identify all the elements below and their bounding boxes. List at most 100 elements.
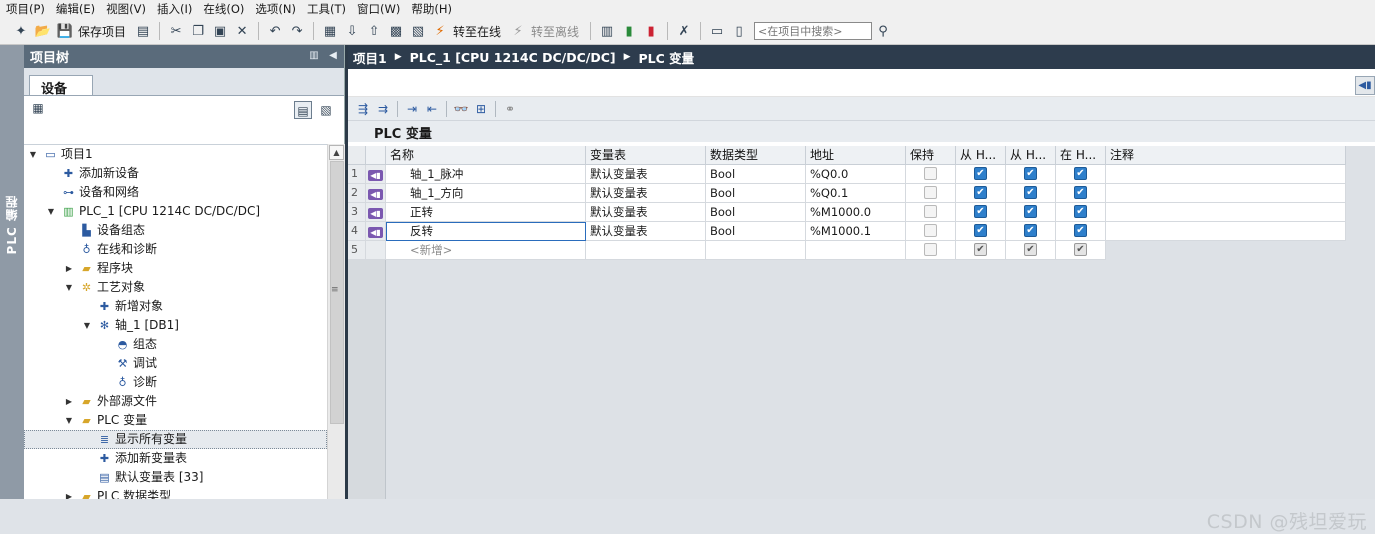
menu-tools[interactable]: 工具(T) bbox=[301, 0, 351, 18]
breadcrumb-project[interactable]: 项目1 bbox=[353, 48, 387, 67]
monitor-icon[interactable]: 👓 bbox=[451, 100, 471, 118]
checkbox-checked-icon[interactable]: ✔ bbox=[1024, 243, 1037, 256]
menu-window[interactable]: 窗口(W) bbox=[351, 0, 405, 18]
tag-table-cell[interactable]: 默认变量表 bbox=[586, 184, 706, 203]
table-row[interactable]: 3◀▮正转默认变量表Bool%M1000.0 ✔ ✔ ✔ ✔ bbox=[348, 203, 1346, 222]
retain-cell[interactable]: ✔ bbox=[906, 203, 956, 222]
header-tag-table[interactable]: 变量表 bbox=[586, 146, 706, 165]
address-cell[interactable]: %Q0.0 bbox=[806, 165, 906, 184]
export-icon[interactable]: ⇥ bbox=[402, 100, 422, 118]
checkbox-checked-icon[interactable]: ✔ bbox=[1074, 205, 1087, 218]
retain-cell[interactable]: ✔ bbox=[906, 165, 956, 184]
tree-item-axis-1[interactable]: ▼ ✻ 轴_1 [DB1] bbox=[24, 316, 327, 335]
expand-arrow-icon[interactable]: ▶ bbox=[64, 392, 74, 411]
tree-item-plc-data-types[interactable]: ▶ ▰ PLC 数据类型 bbox=[24, 487, 327, 499]
filter-icon[interactable]: ⚭ bbox=[500, 100, 520, 118]
table-row[interactable]: 4◀▮反转默认变量表Bool%M1000.1 ✔ ✔ ✔ ✔ bbox=[348, 222, 1346, 241]
comment-cell[interactable] bbox=[1106, 203, 1346, 222]
tree-item-axis-commissioning[interactable]: ⚒ 调试 bbox=[24, 354, 327, 373]
delete-icon[interactable]: ✕ bbox=[232, 21, 252, 41]
tag-name-cell[interactable]: 正转 bbox=[386, 203, 586, 222]
add-row-icon[interactable]: ⇶ bbox=[353, 100, 373, 118]
address-cell[interactable]: %Q0.1 bbox=[806, 184, 906, 203]
plc-programming-tab[interactable]: PLC 编程 bbox=[0, 45, 24, 499]
menu-online[interactable]: 在线(O) bbox=[197, 0, 249, 18]
checkbox-checked-icon[interactable]: ✔ bbox=[974, 186, 987, 199]
collapse-arrow-icon[interactable]: ▼ bbox=[28, 145, 38, 164]
comment-cell[interactable] bbox=[1106, 165, 1346, 184]
tree-item-plc-1[interactable]: ▼ ▥ PLC_1 [CPU 1214C DC/DC/DC] bbox=[24, 202, 327, 221]
collapse-arrow-icon[interactable]: ▼ bbox=[46, 202, 56, 221]
checkbox-checked-icon[interactable]: ✔ bbox=[1074, 224, 1087, 237]
overview-icon[interactable]: ▤ bbox=[294, 101, 312, 119]
split-horizontal-icon[interactable]: ▭ bbox=[707, 21, 727, 41]
hmi-access-cell[interactable]: ✔ bbox=[956, 203, 1006, 222]
menu-project[interactable]: 项目(P) bbox=[0, 0, 50, 18]
go-offline-icon[interactable]: ⚡ bbox=[508, 21, 528, 41]
save-project-button[interactable]: 保存项目 bbox=[78, 23, 126, 40]
collapse-arrow-icon[interactable]: ▼ bbox=[82, 316, 92, 335]
tree-item-show-all-tags[interactable]: ≣ 显示所有变量 bbox=[24, 430, 327, 449]
import-icon[interactable]: ⇤ bbox=[422, 100, 442, 118]
copy-icon[interactable]: ❐ bbox=[188, 21, 208, 41]
address-cell[interactable] bbox=[806, 241, 906, 260]
data-type-cell[interactable]: Bool bbox=[706, 203, 806, 222]
tree-item-project[interactable]: ▼ ▭ 项目1 bbox=[24, 145, 327, 164]
address-cell[interactable]: %M1000.1 bbox=[806, 222, 906, 241]
checkbox-empty-icon[interactable]: ✔ bbox=[924, 243, 937, 256]
checkbox-checked-icon[interactable]: ✔ bbox=[1024, 205, 1037, 218]
checkbox-empty-icon[interactable]: ✔ bbox=[924, 224, 937, 237]
header-data-type[interactable]: 数据类型 bbox=[706, 146, 806, 165]
print-icon[interactable]: ▤ bbox=[133, 21, 153, 41]
checkbox-empty-icon[interactable]: ✔ bbox=[924, 186, 937, 199]
retain-cell[interactable]: ✔ bbox=[906, 184, 956, 203]
menu-view[interactable]: 视图(V) bbox=[100, 0, 151, 18]
hmi-access-cell[interactable]: ✔ bbox=[956, 165, 1006, 184]
data-type-cell[interactable]: Bool bbox=[706, 184, 806, 203]
paste-icon[interactable]: ▣ bbox=[210, 21, 230, 41]
tree-item-add-new-tag-table[interactable]: ✚ 添加新变量表 bbox=[24, 449, 327, 468]
checkbox-checked-icon[interactable]: ✔ bbox=[1024, 186, 1037, 199]
hmi-write-cell[interactable]: ✔ bbox=[1006, 184, 1056, 203]
cut-icon[interactable]: ✂ bbox=[166, 21, 186, 41]
tree-item-plc-tags[interactable]: ▼ ▰ PLC 变量 bbox=[24, 411, 327, 430]
hmi-visible-cell[interactable]: ✔ bbox=[1056, 203, 1106, 222]
checkbox-checked-icon[interactable]: ✔ bbox=[1024, 224, 1037, 237]
tree-item-external-source-files[interactable]: ▶ ▰ 外部源文件 bbox=[24, 392, 327, 411]
tree-item-add-new-object[interactable]: ✚ 新增对象 bbox=[24, 297, 327, 316]
save-project-icon[interactable]: 💾 bbox=[55, 21, 75, 41]
menu-help[interactable]: 帮助(H) bbox=[405, 0, 457, 18]
tag-side-tab-icon[interactable]: ◀▮ bbox=[1355, 76, 1375, 95]
collapse-panel-icon[interactable]: ◀ bbox=[326, 49, 340, 63]
undo-icon[interactable]: ↶ bbox=[265, 21, 285, 41]
retain-cell[interactable]: ✔ bbox=[906, 222, 956, 241]
hmi-visible-cell[interactable]: ✔ bbox=[1056, 222, 1106, 241]
tree-item-add-new-device[interactable]: ✚ 添加新设备 bbox=[24, 164, 327, 183]
upload-icon[interactable]: ⇧ bbox=[364, 21, 384, 41]
hmi-access-cell[interactable]: ✔ bbox=[956, 184, 1006, 203]
go-online-button[interactable]: 转至在线 bbox=[453, 23, 501, 40]
tag-table-cell[interactable]: 默认变量表 bbox=[586, 165, 706, 184]
checkbox-checked-icon[interactable]: ✔ bbox=[974, 243, 987, 256]
go-offline-button[interactable]: 转至离线 bbox=[531, 23, 579, 40]
tree-item-technology-objects[interactable]: ▼ ✲ 工艺对象 bbox=[24, 278, 327, 297]
tag-table-cell[interactable] bbox=[586, 241, 706, 260]
checkbox-checked-icon[interactable]: ✔ bbox=[1024, 167, 1037, 180]
scroll-up-icon[interactable]: ▲ bbox=[329, 145, 344, 160]
snapshot-icon[interactable]: ⊞ bbox=[471, 100, 491, 118]
tree-item-default-tag-table[interactable]: ▤ 默认变量表 [33] bbox=[24, 468, 327, 487]
header-comment[interactable]: 注释 bbox=[1106, 146, 1346, 165]
comment-cell[interactable] bbox=[1106, 184, 1346, 203]
compile-icon[interactable]: ▦ bbox=[320, 21, 340, 41]
download-icon[interactable]: ⇩ bbox=[342, 21, 362, 41]
header-hmi-access[interactable]: 从 H... bbox=[956, 146, 1006, 165]
checkbox-empty-icon[interactable]: ✔ bbox=[924, 205, 937, 218]
project-tree-scrollbar[interactable]: ▲ ≡ bbox=[327, 144, 345, 499]
tree-item-online-diagnostics[interactable]: ♁ 在线和诊断 bbox=[24, 240, 327, 259]
comment-cell[interactable] bbox=[1106, 222, 1346, 241]
tab-devices[interactable]: 设备 bbox=[29, 75, 93, 97]
collapse-arrow-icon[interactable]: ▼ bbox=[64, 411, 74, 430]
header-hmi-write[interactable]: 从 H... bbox=[1006, 146, 1056, 165]
data-type-cell[interactable]: Bool bbox=[706, 222, 806, 241]
menu-insert[interactable]: 插入(I) bbox=[151, 0, 197, 18]
